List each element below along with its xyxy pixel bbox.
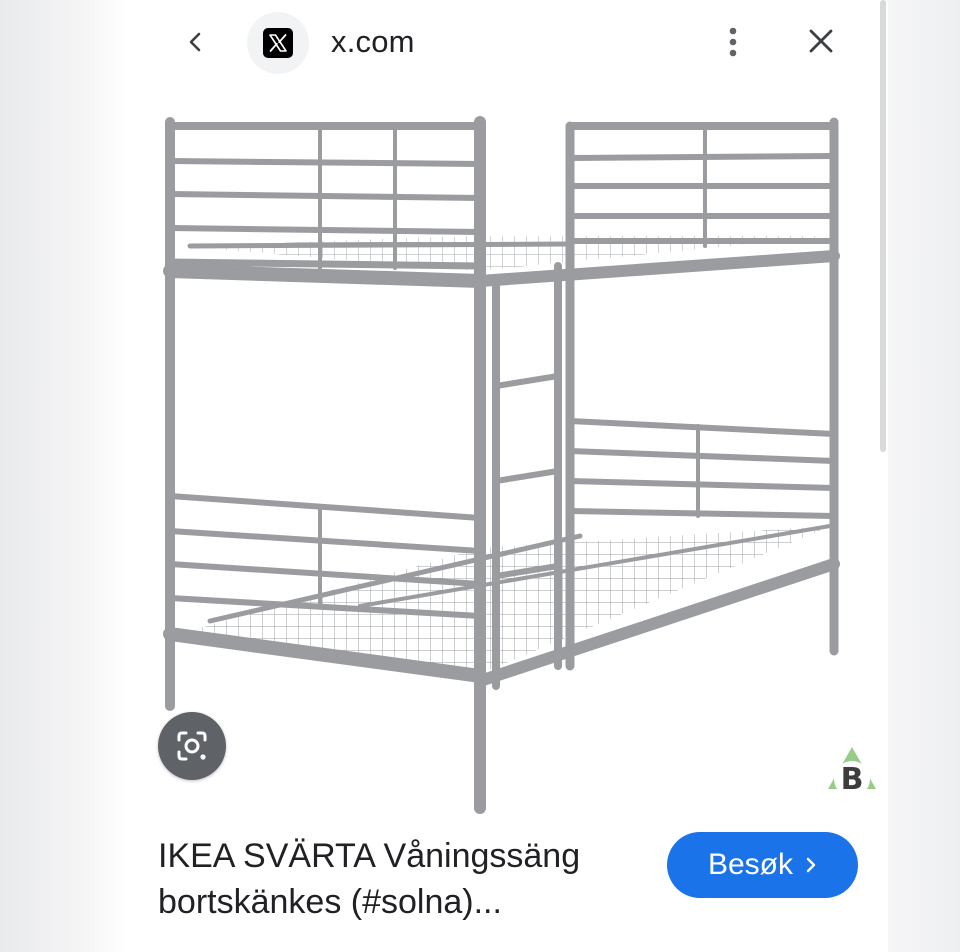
image-area: B [130,86,888,820]
scrollbar[interactable] [880,0,886,452]
camera-search-icon [177,731,207,761]
back-button[interactable] [174,20,218,64]
chevron-left-icon [189,32,201,52]
chevron-right-icon [805,856,817,874]
more-vertical-icon [729,27,737,57]
bunk-bed-image[interactable] [130,86,888,820]
close-button[interactable] [798,18,844,64]
more-options-button[interactable] [713,20,753,64]
result-title-line1: IKEA SVÄRTA Våningssäng [158,837,581,875]
x-logo-icon [263,28,293,58]
visit-button[interactable]: Besøk [667,832,858,898]
svg-text:B: B [841,762,864,797]
recycle-b-badge-icon: B [828,747,876,797]
result-title-line2: bortskänkes (#solna)... [158,883,502,921]
visit-button-label: Besøk [707,848,794,881]
result-title[interactable]: IKEA SVÄRTA Våningssäng bortskänkes (#so… [158,833,648,925]
lens-search-button[interactable] [158,712,226,780]
site-logo [247,12,309,74]
image-preview-card: x.com B IKEA SVÄRTA Våningssäng bortskän… [130,0,888,952]
close-icon [809,29,833,53]
preview-header: x.com [130,0,888,86]
site-name[interactable]: x.com [331,24,415,60]
